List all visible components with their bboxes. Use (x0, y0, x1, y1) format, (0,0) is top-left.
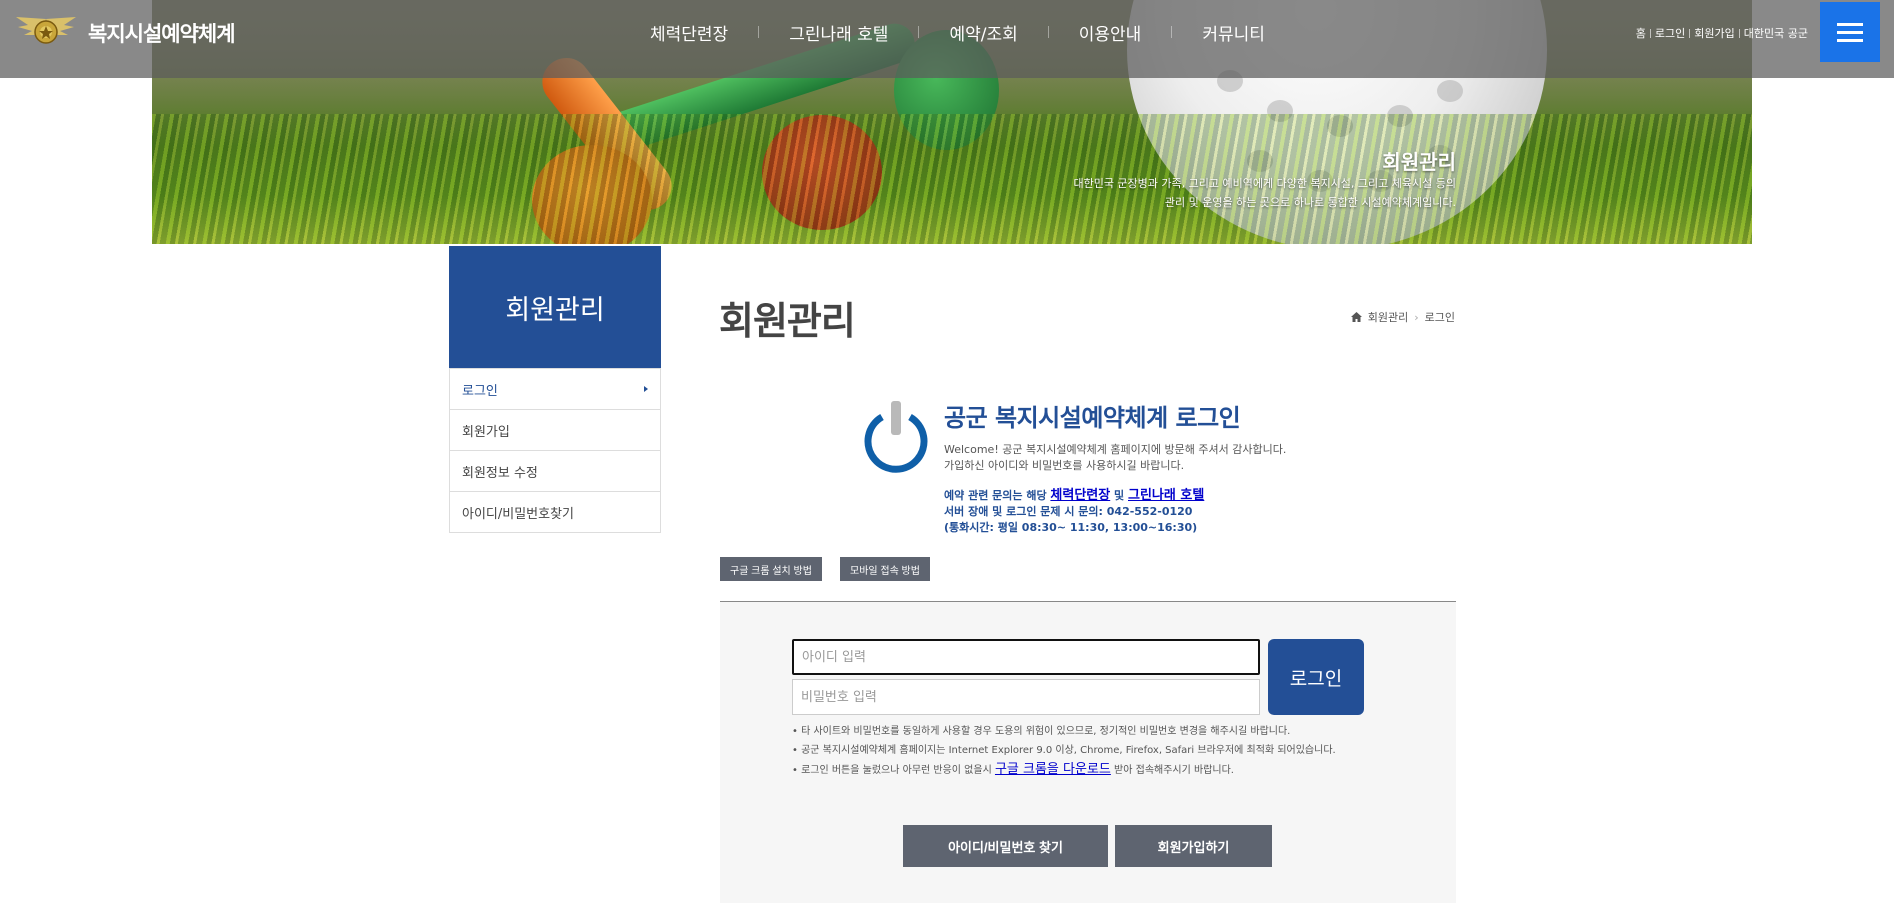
sidebar-menu: 로그인 회원가입 회원정보 수정 아이디/비밀번호찾기 (449, 368, 661, 533)
welcome-line1: Welcome! 공군 복지시설예약체계 홈페이지에 방문해 주셔서 감사합니다… (944, 443, 1287, 456)
banner-desc-line2: 관리 및 운영을 하는 곳으로 하나로 통합한 시설예약체계입니다. (1164, 196, 1456, 209)
mobile-access-guide-button[interactable]: 모바일 접속 방법 (840, 557, 930, 581)
welcome-line2: 가입하신 아이디와 비밀번호를 사용하시길 바랍니다. (944, 459, 1185, 472)
nav-hotel[interactable]: 그린나래 호텔 (759, 20, 918, 45)
breadcrumb-current: 로그인 (1424, 311, 1455, 324)
air-force-emblem-icon[interactable] (14, 13, 78, 47)
chevron-right-icon: › (1414, 310, 1419, 324)
login-title: 공군 복지시설예약체계 로그인 (944, 404, 1241, 432)
page-title: 회원관리 (719, 299, 856, 343)
fitness-contact-link[interactable]: 체력단련장 (1050, 488, 1110, 503)
password-input[interactable] (792, 679, 1260, 715)
contact-line1: 예약 관련 문의는 해당 체력단련장 및 그린나래 호텔 (944, 488, 1204, 504)
id-input[interactable] (792, 639, 1260, 675)
nav-fitness[interactable]: 체력단련장 (620, 20, 758, 45)
sidebar-item-label: 회원가입 (462, 424, 510, 440)
utility-links: 홈 로그인 회원가입 대한민국 공군 (1632, 25, 1812, 41)
power-icon (864, 401, 928, 473)
notice-line3: • 로그인 버튼을 눌렀으나 아무런 반응이 없을시 구글 크롬을 다운로드 받… (792, 760, 1336, 780)
notice3-prefix: • 로그인 버튼을 눌렀으나 아무런 반응이 없을시 (792, 765, 995, 776)
contact-mid: 및 (1110, 489, 1128, 502)
find-account-button[interactable]: 아이디/비밀번호 찾기 (903, 825, 1108, 867)
sidebar-item-label: 로그인 (462, 383, 498, 399)
hamburger-menu-button[interactable] (1820, 2, 1880, 62)
chrome-install-guide-button[interactable]: 구글 크롬 설치 방법 (720, 557, 822, 581)
sidebar-item-login[interactable]: 로그인 (450, 368, 660, 409)
util-login-link[interactable]: 로그인 (1651, 25, 1689, 41)
banner-title: 회원관리 (1382, 150, 1456, 174)
sidebar-item-edit-info[interactable]: 회원정보 수정 (450, 450, 660, 491)
sidebar-title: 회원관리 (449, 246, 661, 368)
caret-right-icon (644, 386, 648, 392)
contact-prefix: 예약 관련 문의는 해당 (944, 489, 1051, 502)
sidebar-item-label: 아이디/비밀번호찾기 (462, 506, 575, 522)
hotel-contact-link[interactable]: 그린나래 호텔 (1128, 488, 1204, 503)
home-icon[interactable] (1350, 312, 1362, 322)
login-notice: • 타 사이트와 비밀번호를 동일하게 사용할 경우 도용의 위험이 있으므로,… (792, 722, 1336, 780)
welcome-text: Welcome! 공군 복지시설예약체계 홈페이지에 방문해 주셔서 감사합니다… (944, 442, 1286, 474)
util-join-link[interactable]: 회원가입 (1690, 25, 1738, 41)
util-home-link[interactable]: 홈 (1632, 25, 1650, 41)
contact-line3: (통화시간: 평일 08:30~ 11:30, 13:00~16:30) (944, 521, 1198, 534)
main-nav: 체력단련장 그린나래 호텔 예약/조회 이용안내 커뮤니티 (620, 20, 1295, 45)
sidebar-item-join[interactable]: 회원가입 (450, 409, 660, 450)
nav-guide[interactable]: 이용안내 (1049, 20, 1172, 45)
breadcrumb-item[interactable]: 회원관리 (1368, 309, 1408, 325)
util-airforce-link[interactable]: 대한민국 공군 (1740, 25, 1812, 41)
notice-line1: • 타 사이트와 비밀번호를 동일하게 사용할 경우 도용의 위험이 있으므로,… (792, 726, 1291, 737)
grass-image (152, 114, 1752, 244)
login-button[interactable]: 로그인 (1268, 639, 1364, 715)
banner-description: 대한민국 군장병과 가족, 그리고 예비역에게 다양한 복지시설, 그리고 체육… (976, 174, 1456, 212)
contact-info: 예약 관련 문의는 해당 체력단련장 및 그린나래 호텔 서버 장애 및 로그인… (944, 488, 1204, 536)
join-button[interactable]: 회원가입하기 (1115, 825, 1272, 867)
site-header: 복지시설예약체계 체력단련장 그린나래 호텔 예약/조회 이용안내 커뮤니티 홈… (0, 0, 1894, 78)
breadcrumb: 회원관리 › 로그인 (1350, 309, 1455, 325)
sidebar-item-label: 회원정보 수정 (462, 465, 538, 481)
nav-reservation[interactable]: 예약/조회 (919, 20, 1047, 45)
banner-desc-line1: 대한민국 군장병과 가족, 그리고 예비역에게 다양한 복지시설, 그리고 체육… (1073, 177, 1456, 190)
nav-community[interactable]: 커뮤니티 (1172, 20, 1295, 45)
site-logo-text[interactable]: 복지시설예약체계 (88, 18, 236, 48)
notice3-suffix: 받아 접속해주시기 바랍니다. (1110, 765, 1234, 776)
chrome-download-link[interactable]: 구글 크롬을 다운로드 (995, 762, 1111, 777)
contact-line2: 서버 장애 및 로그인 문제 시 문의: 042-552-0120 (944, 505, 1193, 518)
notice-line2: • 공군 복지시설예약체계 홈페이지는 Internet Explorer 9.… (792, 745, 1336, 756)
login-form: 로그인 • 타 사이트와 비밀번호를 동일하게 사용할 경우 도용의 위험이 있… (720, 602, 1456, 903)
sidebar-item-find-account[interactable]: 아이디/비밀번호찾기 (450, 491, 660, 532)
hamburger-icon (1837, 22, 1863, 26)
